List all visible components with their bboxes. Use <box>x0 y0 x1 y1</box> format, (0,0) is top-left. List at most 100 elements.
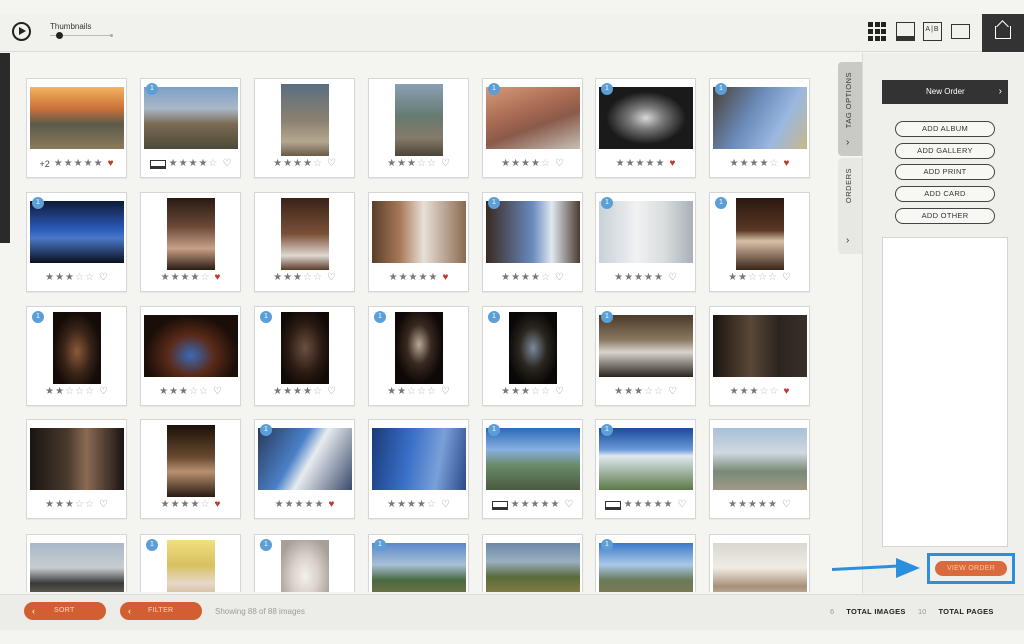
favorite-heart-icon[interactable]: ♡ <box>327 158 336 170</box>
filter-button[interactable]: ‹ FILTER <box>120 602 202 620</box>
thumbnail-card[interactable]: ★ ★ ★ ☆ ☆ ♡ <box>368 78 469 178</box>
rating-star-icon[interactable]: ★ <box>397 499 406 511</box>
rating-star-icon[interactable]: ☆ <box>541 386 550 398</box>
rating-star-icon[interactable]: ☆ <box>85 499 94 511</box>
rating-star-icon[interactable]: ★ <box>531 272 540 284</box>
favorite-heart-icon[interactable]: ♡ <box>441 386 450 398</box>
rating-star-icon[interactable]: ★ <box>531 499 540 511</box>
thumbnail-photo[interactable] <box>485 201 580 263</box>
rating-star-icon[interactable]: ★ <box>738 272 747 284</box>
thumbnail-card[interactable]: ★ ★ ★ ☆ ☆ ♡ <box>140 306 241 406</box>
rating-star-icon[interactable]: ★ <box>501 386 510 398</box>
thumbnail-card[interactable]: 1 ★ ★ ★ ★ ☆ ♡ <box>482 78 583 178</box>
thumbnail-photo[interactable] <box>280 312 329 384</box>
thumbnail-photo[interactable] <box>371 543 466 592</box>
rating-star-icon[interactable]: ★ <box>758 499 767 511</box>
rating-star-icon[interactable]: ★ <box>616 158 625 170</box>
thumbnail-card[interactable]: ★ ★ ★ ☆ ☆ ♡ <box>26 419 127 519</box>
rating-star-icon[interactable]: ☆ <box>75 499 84 511</box>
favorite-heart-icon[interactable]: ♥ <box>214 499 220 511</box>
thumbnail-card[interactable]: 1 ★ ★ ☆ ☆ ☆ ♡ <box>709 192 810 292</box>
thumbnail-card[interactable]: 1 ★ ★ ☆ ☆ ☆ ♡ <box>26 306 127 406</box>
rating-star-icon[interactable]: ★ <box>760 158 769 170</box>
rating-star-icon[interactable]: ★ <box>644 499 653 511</box>
rating-star-icon[interactable]: ★ <box>159 386 168 398</box>
rating-star-icon[interactable]: ★ <box>169 158 178 170</box>
rating-star-icon[interactable]: ★ <box>417 499 426 511</box>
favorite-heart-icon[interactable]: ♥ <box>214 272 220 284</box>
rating-star-icon[interactable]: ★ <box>654 272 663 284</box>
rating-star-icon[interactable]: ★ <box>179 158 188 170</box>
favorite-heart-icon[interactable]: ♡ <box>327 272 336 284</box>
new-order-button[interactable]: New Order › <box>882 80 1008 104</box>
rating-star-icon[interactable]: ★ <box>634 386 643 398</box>
favorite-heart-icon[interactable]: ♥ <box>328 499 334 511</box>
favorite-heart-icon[interactable]: ♡ <box>99 499 108 511</box>
rating-star-icon[interactable]: ☆ <box>189 386 198 398</box>
rating-star-icon[interactable]: ★ <box>728 272 737 284</box>
thumbnail-photo[interactable] <box>52 312 101 384</box>
rating-star-icon[interactable]: ★ <box>84 158 93 170</box>
thumbnail-photo[interactable] <box>166 540 215 592</box>
thumbnail-photo[interactable] <box>598 428 693 490</box>
rating-star-icon[interactable]: ★ <box>191 272 200 284</box>
rating-star-icon[interactable]: ★ <box>511 386 520 398</box>
thumbnail-card[interactable]: 1 <box>368 534 469 592</box>
thumbnail-photo[interactable] <box>712 428 807 490</box>
rating-star-icon[interactable]: ★ <box>65 272 74 284</box>
rating-star-icon[interactable]: ★ <box>511 499 520 511</box>
rating-star-icon[interactable]: ★ <box>397 158 406 170</box>
thumbnail-photo[interactable] <box>371 428 466 490</box>
thumbnail-card[interactable]: 1 ★ ★ ★ ☆ ☆ ♡ <box>595 306 696 406</box>
rating-star-icon[interactable]: ☆ <box>644 386 653 398</box>
rating-star-icon[interactable]: ★ <box>293 158 302 170</box>
rating-star-icon[interactable]: ★ <box>285 499 294 511</box>
rating-star-icon[interactable]: ★ <box>55 386 64 398</box>
thumbnail-card[interactable]: +2 ★ ★ ★ ★ ★ ♥ <box>26 78 127 178</box>
rating-star-icon[interactable]: ★ <box>283 386 292 398</box>
view-order-button[interactable]: VIEW ORDER <box>935 561 1007 576</box>
thumbnail-photo[interactable] <box>712 87 807 149</box>
thumbnail-card[interactable]: 1 ★ ★ ★ ★ ★ ♥ <box>595 78 696 178</box>
rating-star-icon[interactable]: ★ <box>169 386 178 398</box>
thumbnail-card[interactable]: 1 ★ ★ ★ ★ ☆ ♡ <box>482 192 583 292</box>
favorite-heart-icon[interactable]: ♡ <box>782 272 791 284</box>
thumbnail-card[interactable]: 1 ★ ★ ★ ★ ★ ♡ <box>482 419 583 519</box>
thumbnail-card[interactable]: 1 ★ ★ ★ ★ ★ ♡ <box>595 192 696 292</box>
thumbnail-photo[interactable] <box>143 315 238 377</box>
rating-star-icon[interactable]: ★ <box>74 158 83 170</box>
single-view-icon[interactable] <box>951 24 970 39</box>
thumbnail-photo[interactable] <box>598 87 693 149</box>
rating-star-icon[interactable]: ★ <box>614 272 623 284</box>
thumbnail-card[interactable]: ★ ★ ★ ★ ☆ ♡ <box>368 419 469 519</box>
filmstrip-view-icon[interactable] <box>896 22 915 41</box>
rating-star-icon[interactable]: ☆ <box>75 386 84 398</box>
favorite-heart-icon[interactable]: ♡ <box>99 272 108 284</box>
thumbnail-photo[interactable] <box>166 198 215 270</box>
rating-star-icon[interactable]: ★ <box>511 158 520 170</box>
thumbnail-card[interactable] <box>26 534 127 592</box>
rating-star-icon[interactable]: ★ <box>409 272 418 284</box>
rating-star-icon[interactable]: ★ <box>728 499 737 511</box>
rating-star-icon[interactable]: ☆ <box>200 272 209 284</box>
thumbnail-card[interactable]: 1 ★ ★ ★ ★ ★ ♡ <box>595 419 696 519</box>
rating-star-icon[interactable]: ★ <box>646 158 655 170</box>
thumbnail-photo[interactable] <box>29 201 124 263</box>
rating-star-icon[interactable]: ★ <box>740 386 749 398</box>
thumbnail-card[interactable]: 1 ★ ★ ★ ★ ☆ ♡ <box>140 78 241 178</box>
add-other-button[interactable]: ADD OTHER <box>895 208 995 224</box>
favorite-heart-icon[interactable]: ♡ <box>222 158 231 170</box>
thumbnail-photo[interactable] <box>29 87 124 149</box>
rating-star-icon[interactable]: ★ <box>428 272 437 284</box>
rating-star-icon[interactable]: ★ <box>634 499 643 511</box>
rating-star-icon[interactable]: ★ <box>531 158 540 170</box>
thumbnail-photo[interactable] <box>280 84 329 156</box>
rating-star-icon[interactable]: ★ <box>64 158 73 170</box>
rating-star-icon[interactable]: ☆ <box>769 386 778 398</box>
rating-star-icon[interactable]: ★ <box>273 272 282 284</box>
rating-star-icon[interactable]: ★ <box>550 499 559 511</box>
favorite-heart-icon[interactable]: ♥ <box>783 386 789 398</box>
favorite-heart-icon[interactable]: ♡ <box>564 499 573 511</box>
favorite-heart-icon[interactable]: ♥ <box>783 158 789 170</box>
rating-star-icon[interactable]: ★ <box>614 386 623 398</box>
